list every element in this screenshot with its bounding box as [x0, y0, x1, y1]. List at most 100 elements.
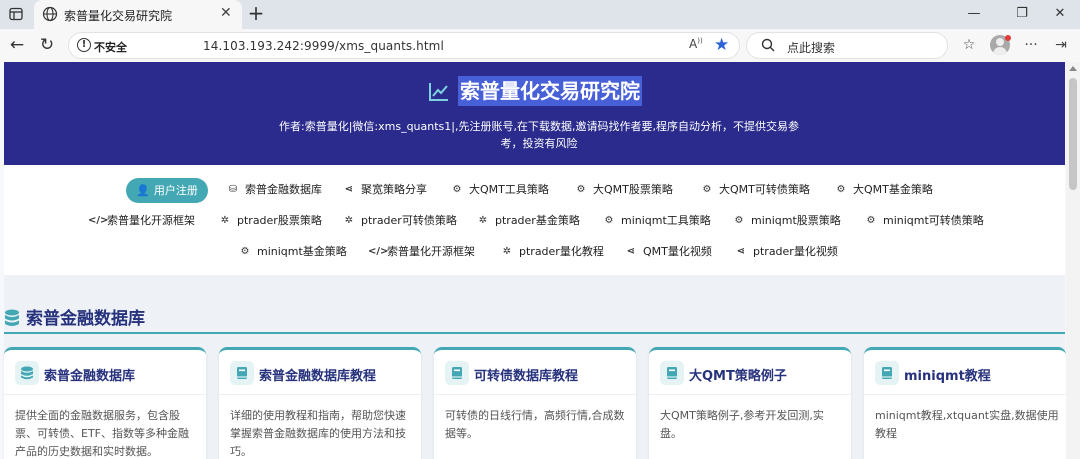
code-icon: </>	[368, 246, 389, 257]
section-title: 索普金融数据库	[4, 304, 145, 329]
nav-item[interactable]: ✲ ptrader股票策略	[218, 212, 322, 230]
globe-icon	[42, 6, 58, 22]
tab-title: 索普量化交易研究院	[64, 9, 173, 23]
gears-icon: ⚙	[734, 215, 744, 226]
nav-item[interactable]: ⛁ 索普金融数据库	[226, 181, 322, 199]
tab-active[interactable]: 索普量化交易研究院 ✕	[34, 0, 242, 29]
code-icon: </>	[88, 215, 109, 226]
nav-label: 大QMT股票策略	[593, 183, 673, 196]
nav-item[interactable]: ⚙ 大QMT可转债策略	[700, 181, 810, 199]
card-db-tutorial[interactable]: 索普金融数据库教程 详细的使用教程和指南，帮助您快速掌握索普金融数据库的使用方法…	[219, 347, 421, 459]
close-window-icon[interactable]: ✕	[1052, 6, 1068, 22]
card-desc: 详细的使用教程和指南，帮助您快速掌握索普金融数据库的使用方法和技巧。	[230, 409, 406, 458]
favorite-star-icon[interactable]: ★	[714, 35, 729, 55]
card-financial-db[interactable]: 索普金融数据库 提供全面的金融数据服务，包含股票、可转债、ETF、指数等多种金融…	[4, 347, 206, 459]
card-title[interactable]: 索普金融数据库	[44, 365, 135, 384]
line-chart-icon	[429, 83, 448, 101]
sidebar-icon[interactable]: ⇥	[1052, 36, 1070, 54]
url-text[interactable]: 14.103.193.242:9999/xms_quants.html	[203, 39, 444, 53]
card-desc: 提供全面的金融数据服务，包含股票、可转债、ETF、指数等多种金融产品的历史数据和…	[15, 409, 189, 458]
page-viewport: 索普量化交易研究院 作者:索普量化|微信:xms_quants1|,先注册账号,…	[4, 62, 1066, 459]
database-icon	[5, 309, 19, 326]
gears-icon: ⚙	[576, 184, 586, 195]
address-bar[interactable]: ! 不安全 14.103.193.242:9999/xms_quants.htm…	[68, 32, 740, 59]
read-aloud-icon[interactable]: A))	[689, 37, 703, 51]
section-divider	[4, 332, 1065, 334]
nav-label: 索普量化开源框架	[387, 245, 475, 258]
nav-item[interactable]: ⚙ miniqmt股票策略	[732, 212, 841, 230]
search-placeholder: 点此搜索	[787, 41, 836, 55]
card-divider	[434, 394, 636, 395]
window-menu-icon[interactable]	[8, 6, 24, 22]
nav-item[interactable]: ✲ ptrader量化教程	[500, 243, 604, 261]
page-scrollbar[interactable]	[1066, 62, 1080, 459]
chip-icon: ✲	[478, 215, 488, 226]
minimize-icon[interactable]: —	[966, 6, 982, 22]
nav-item[interactable]: </>索普量化开源框架	[88, 212, 195, 230]
section-title-text: 索普金融数据库	[26, 309, 145, 329]
nav-item[interactable]: ⚙ miniqmt工具策略	[602, 212, 711, 230]
nav-item[interactable]: ⋖ 聚宽策略分享	[342, 181, 427, 199]
card-divider	[219, 394, 421, 395]
register-button[interactable]: 👤 用户注册	[126, 178, 208, 203]
nav-label: miniqmt工具策略	[621, 214, 711, 227]
nav-label: 大QMT可转债策略	[719, 183, 810, 196]
nav-label: 聚宽策略分享	[361, 183, 427, 196]
warning-icon[interactable]: !	[77, 38, 91, 52]
nav-item[interactable]: ⚙ 大QMT股票策略	[574, 181, 673, 199]
chip-icon: ✲	[220, 215, 230, 226]
card-badge	[875, 361, 899, 385]
card-divider	[864, 394, 1066, 395]
address-toolbar: ← ↻ ! 不安全 14.103.193.242:9999/xms_quants…	[0, 29, 1080, 62]
new-tab-icon[interactable]: +	[247, 3, 265, 23]
more-options-icon[interactable]: ···	[1022, 36, 1040, 54]
nav-label: QMT量化视频	[643, 245, 712, 258]
favorites-icon[interactable]: ☆	[960, 36, 978, 54]
nav-label: 索普金融数据库	[245, 183, 322, 196]
card-convertible-tutorial[interactable]: 可转债数据库教程 可转债的日线行情，高频行情,合成数据等。	[434, 347, 636, 459]
reload-icon[interactable]: ↻	[38, 36, 56, 54]
scroll-up-icon[interactable]	[1069, 66, 1077, 71]
database-icon	[21, 366, 33, 380]
card-divider	[649, 394, 851, 395]
nav-label: ptrader基金策略	[495, 214, 580, 227]
site-title: 索普量化交易研究院	[458, 76, 642, 106]
chip-icon: ✲	[502, 246, 512, 257]
card-title[interactable]: miniqmt教程	[904, 365, 991, 384]
web-page: 索普量化交易研究院 作者:索普量化|微信:xms_quants1|,先注册账号,…	[0, 62, 1080, 459]
nav-item[interactable]: ✲ ptrader可转债策略	[342, 212, 457, 230]
card-badge	[445, 361, 469, 385]
restore-icon[interactable]: ❐	[1014, 6, 1030, 22]
nav-item[interactable]: ⋖ ptrader量化视频	[734, 243, 838, 261]
card-divider	[4, 394, 206, 395]
nav-item[interactable]: ⋖ QMT量化视频	[624, 243, 712, 261]
nav-label: 索普量化开源框架	[107, 214, 195, 227]
nav-item[interactable]: </>索普量化开源框架	[368, 243, 475, 261]
scroll-thumb[interactable]	[1069, 78, 1077, 190]
nav-item[interactable]: ⚙ 大QMT工具策略	[450, 181, 549, 199]
share-icon: ⋖	[344, 184, 354, 195]
security-label[interactable]: 不安全	[94, 39, 127, 55]
nav-label: miniqmt基金策略	[257, 245, 347, 258]
close-tab-icon[interactable]: ✕	[220, 6, 234, 20]
card-desc: miniqmt教程,xtquant实盘,数据使用教程	[875, 409, 1059, 440]
nav-item[interactable]: ⚙ 大QMT基金策略	[834, 181, 933, 199]
back-icon[interactable]: ←	[8, 36, 26, 54]
book-icon	[667, 367, 677, 379]
nav-label: miniqmt股票策略	[751, 214, 841, 227]
nav-label: 大QMT工具策略	[469, 183, 549, 196]
nav-item[interactable]: ✲ ptrader基金策略	[476, 212, 580, 230]
search-box[interactable]: 点此搜索	[746, 32, 948, 59]
main-nav: 👤 用户注册 ⛁ 索普金融数据库 ⋖ 聚宽策略分享 ⚙ 大QMT工具策略 ⚙ 大QMT股票…	[4, 165, 1065, 275]
card-qmt-examples[interactable]: 大QMT策略例子 大QMT策略例子,参考开发回测,实盘。	[649, 347, 851, 459]
nav-label: ptrader股票策略	[237, 214, 322, 227]
card-title[interactable]: 索普金融数据库教程	[259, 365, 376, 384]
nav-item[interactable]: ⚙ miniqmt可转债策略	[864, 212, 984, 230]
nav-item[interactable]: ⚙ miniqmt基金策略	[238, 243, 347, 261]
card-title[interactable]: 可转债数据库教程	[474, 365, 578, 384]
card-miniqmt-tutorial[interactable]: miniqmt教程 miniqmt教程,xtquant实盘,数据使用教程	[864, 347, 1066, 459]
book-icon	[452, 367, 462, 379]
browser-window: 索普量化交易研究院 ✕ + — ❐ ✕ ← ↻ ! 不安全 14.103.193…	[0, 0, 1080, 459]
card-title[interactable]: 大QMT策略例子	[689, 365, 787, 384]
gears-icon: ⚙	[866, 215, 876, 226]
